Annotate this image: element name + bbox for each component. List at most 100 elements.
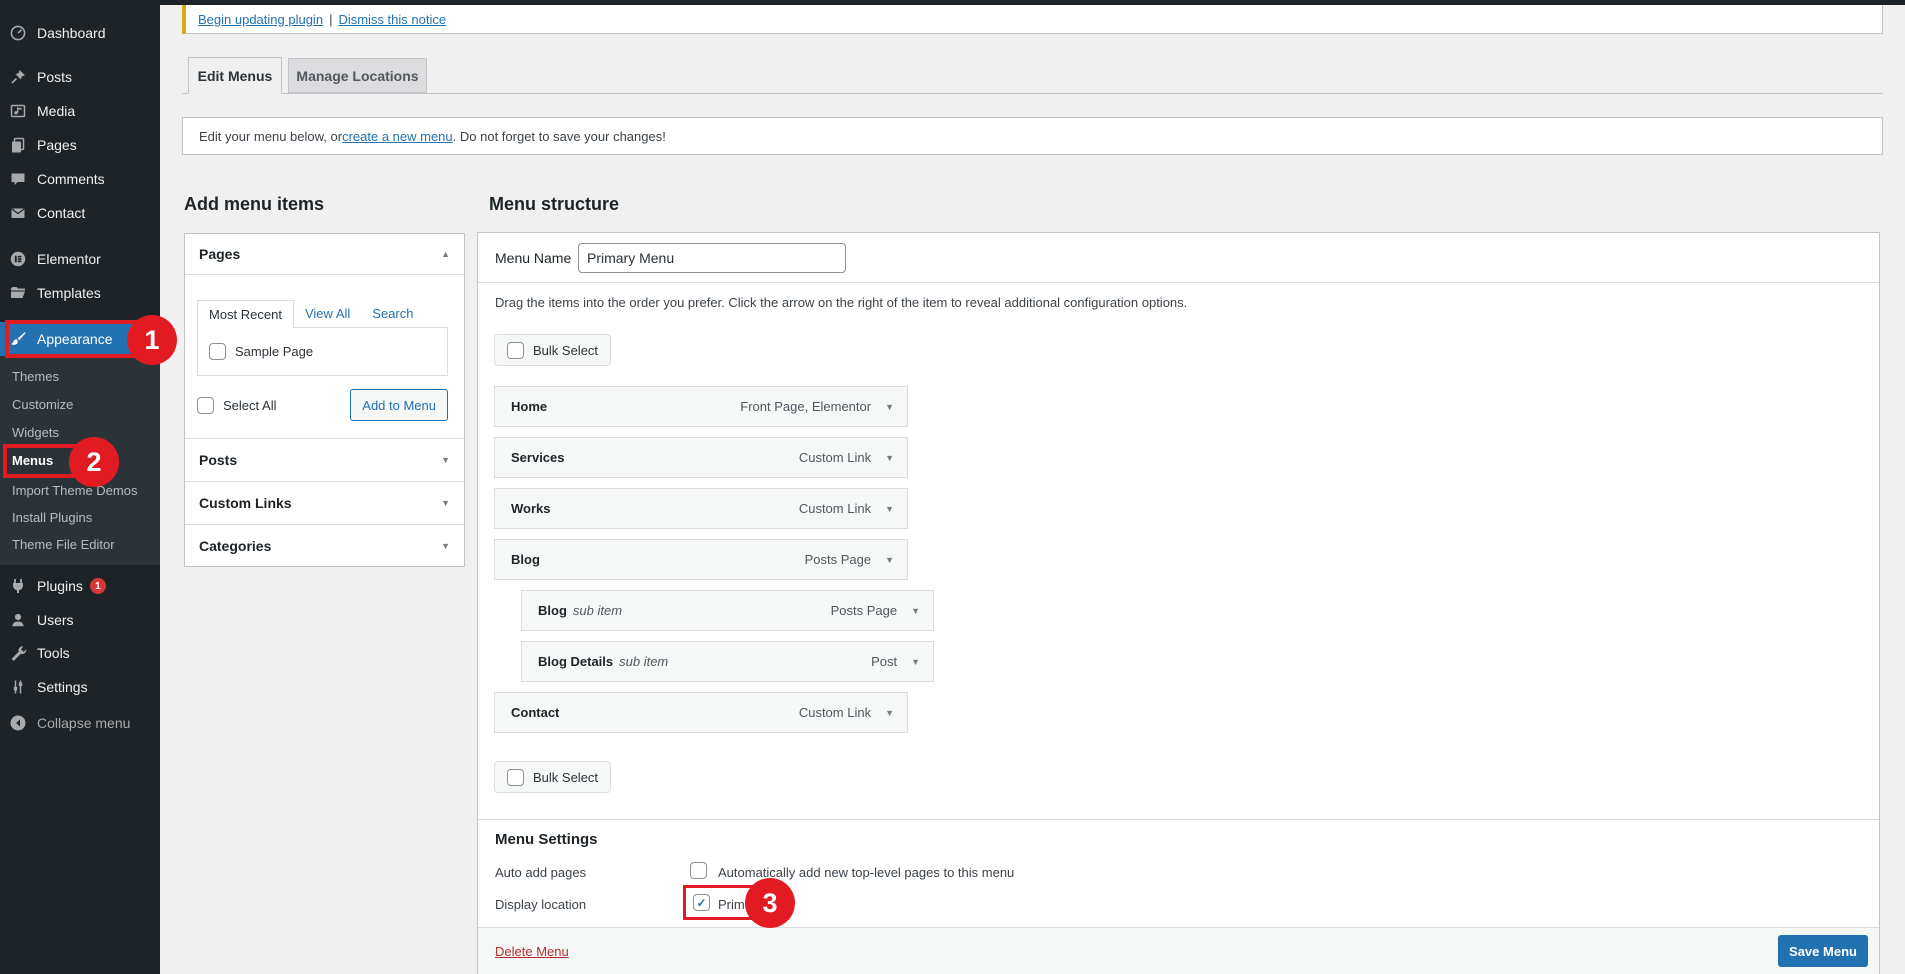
begin-updating-plugin-link[interactable]: Begin updating plugin xyxy=(198,12,323,27)
create-new-menu-link[interactable]: create a new menu xyxy=(342,129,453,144)
plugin-update-notice: Begin updating plugin | Dismiss this not… xyxy=(182,5,1883,34)
pages-tabs: Most Recent View All Search xyxy=(197,300,448,327)
tab-edit-menus[interactable]: Edit Menus xyxy=(188,57,282,94)
sidebar-label: Collapse menu xyxy=(37,715,130,731)
menu-item-services[interactable]: Services Custom Link▼ xyxy=(494,437,908,478)
admin-sidebar: Dashboard Posts Media Pages Comments Con… xyxy=(0,0,160,974)
sidebar-item-settings[interactable]: Settings xyxy=(0,670,160,704)
sidebar-item-templates[interactable]: Templates xyxy=(0,276,160,310)
expand-arrow-icon[interactable]: ▼ xyxy=(441,541,450,551)
tab-most-recent[interactable]: Most Recent xyxy=(197,300,294,328)
sidebar-item-tools[interactable]: Tools xyxy=(0,636,160,670)
display-location-primary-checkbox[interactable]: ✓ xyxy=(693,894,710,911)
sidebar-item-appearance[interactable]: Appearance xyxy=(0,322,160,356)
submenu-item-themes[interactable]: Themes xyxy=(0,362,160,390)
menu-item-blog-details-sub[interactable]: Blog Details sub item Post▼ xyxy=(521,641,934,682)
notice-separator: | xyxy=(329,12,332,27)
user-icon xyxy=(8,610,28,630)
dropdown-arrow-icon[interactable]: ▼ xyxy=(885,555,894,565)
sample-page-checkbox[interactable] xyxy=(209,343,226,360)
pages-panel-footer: Select All Add to Menu xyxy=(197,389,448,421)
accordion-posts-header[interactable]: Posts ▼ xyxy=(185,438,464,481)
sample-page-label: Sample Page xyxy=(235,344,313,359)
save-menu-button[interactable]: Save Menu xyxy=(1778,935,1868,967)
submenu-item-menus[interactable]: Menus xyxy=(0,446,160,474)
menu-item-blog[interactable]: Blog Posts Page▼ xyxy=(494,539,908,580)
sidebar-item-pages[interactable]: Pages xyxy=(0,128,160,162)
drag-instructions: Drag the items into the order you prefer… xyxy=(495,295,1187,310)
delete-menu-link[interactable]: Delete Menu xyxy=(495,944,569,959)
submenu-item-widgets[interactable]: Widgets xyxy=(0,418,160,446)
submenu-item-import-theme-demos[interactable]: Import Theme Demos xyxy=(0,476,160,504)
sidebar-label: Settings xyxy=(37,679,88,695)
section-divider xyxy=(478,819,1879,820)
appearance-brush-icon xyxy=(8,329,28,349)
bulk-select-checkbox[interactable] xyxy=(507,342,524,359)
envelope-icon xyxy=(8,203,28,223)
menu-item-blog-sub[interactable]: Blog sub item Posts Page▼ xyxy=(521,590,934,631)
sidebar-label: Media xyxy=(37,103,75,119)
pages-icon xyxy=(8,135,28,155)
primary-location-text: Primary xyxy=(718,897,763,912)
sidebar-label: Plugins xyxy=(37,578,83,594)
dropdown-arrow-icon[interactable]: ▼ xyxy=(885,708,894,718)
sidebar-item-contact[interactable]: Contact xyxy=(0,196,160,230)
folder-icon xyxy=(8,283,28,303)
submenu-item-theme-file-editor[interactable]: Theme File Editor xyxy=(0,530,160,558)
menu-structure-footer: Delete Menu Save Menu xyxy=(478,927,1879,974)
dropdown-arrow-icon[interactable]: ▼ xyxy=(885,453,894,463)
submenu-item-install-plugins[interactable]: Install Plugins xyxy=(0,503,160,531)
submenu-item-customize[interactable]: Customize xyxy=(0,390,160,418)
tab-manage-locations[interactable]: Manage Locations xyxy=(288,58,427,93)
sidebar-label: Appearance xyxy=(37,331,113,347)
plugin-icon xyxy=(8,576,28,596)
dropdown-arrow-icon[interactable]: ▼ xyxy=(885,402,894,412)
sliders-icon xyxy=(8,677,28,697)
sidebar-label: Contact xyxy=(37,205,85,221)
pushpin-icon xyxy=(8,67,28,87)
select-all-checkbox[interactable] xyxy=(197,397,214,414)
collapse-arrow-icon[interactable]: ▲ xyxy=(441,249,450,259)
plugins-update-badge: 1 xyxy=(90,578,106,594)
expand-arrow-icon[interactable]: ▼ xyxy=(441,455,450,465)
sidebar-collapse-menu[interactable]: Collapse menu xyxy=(0,706,160,740)
menu-item-works[interactable]: Works Custom Link▼ xyxy=(494,488,908,529)
sidebar-item-dashboard[interactable]: Dashboard xyxy=(0,16,160,50)
accordion-custom-links-header[interactable]: Custom Links ▼ xyxy=(185,481,464,524)
menu-item-contact[interactable]: Contact Custom Link▼ xyxy=(494,692,908,733)
sidebar-label: Comments xyxy=(37,171,105,187)
auto-add-pages-label: Auto add pages xyxy=(495,865,586,880)
bulk-select-toggle[interactable]: Bulk Select xyxy=(494,334,611,366)
sidebar-item-comments[interactable]: Comments xyxy=(0,162,160,196)
dropdown-arrow-icon[interactable]: ▼ xyxy=(911,657,920,667)
add-to-menu-button[interactable]: Add to Menu xyxy=(350,389,448,421)
expand-arrow-icon[interactable]: ▼ xyxy=(441,498,450,508)
sidebar-item-plugins[interactable]: Plugins 1 xyxy=(0,569,160,603)
tab-view-all[interactable]: View All xyxy=(294,300,361,327)
bulk-select-toggle[interactable]: Bulk Select xyxy=(494,761,611,793)
menu-settings-heading: Menu Settings xyxy=(495,831,598,848)
accordion-categories-header[interactable]: Categories ▼ xyxy=(185,524,464,566)
sidebar-item-media[interactable]: Media xyxy=(0,94,160,128)
sidebar-label: Users xyxy=(37,612,74,628)
accordion-pages-header[interactable]: Pages ▲ xyxy=(185,234,464,274)
auto-add-pages-checkbox[interactable] xyxy=(690,862,707,879)
tab-search[interactable]: Search xyxy=(361,300,424,327)
dropdown-arrow-icon[interactable]: ▼ xyxy=(885,504,894,514)
sidebar-item-elementor[interactable]: Elementor xyxy=(0,242,160,276)
elementor-icon xyxy=(8,249,28,269)
auto-add-pages-text: Automatically add new top-level pages to… xyxy=(718,865,1014,880)
menu-name-input[interactable] xyxy=(578,243,846,273)
wordpress-menus-page: Dashboard Posts Media Pages Comments Con… xyxy=(0,0,1905,974)
sidebar-label: Pages xyxy=(37,137,77,153)
menu-item-home[interactable]: Home Front Page, Elementor▼ xyxy=(494,386,908,427)
dismiss-notice-link[interactable]: Dismiss this notice xyxy=(338,12,446,27)
pages-checklist: Sample Page xyxy=(197,327,448,376)
comments-icon xyxy=(8,169,28,189)
dropdown-arrow-icon[interactable]: ▼ xyxy=(911,606,920,616)
bulk-select-checkbox[interactable] xyxy=(507,769,524,786)
info-text: Edit your menu below, or xyxy=(199,129,342,144)
sidebar-item-users[interactable]: Users xyxy=(0,603,160,637)
sidebar-item-posts[interactable]: Posts xyxy=(0,60,160,94)
media-icon xyxy=(8,101,28,121)
